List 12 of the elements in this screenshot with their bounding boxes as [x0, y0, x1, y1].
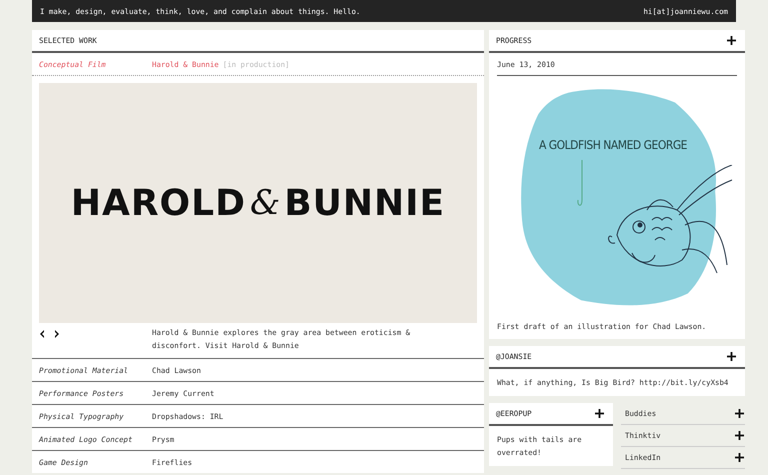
logo-word: HAROLD [70, 182, 246, 224]
plus-icon[interactable] [735, 453, 744, 462]
plus-icon[interactable] [735, 409, 744, 418]
next-icon[interactable] [54, 330, 60, 338]
plus-icon[interactable] [727, 36, 736, 45]
logo-word: BUNNIE [284, 182, 446, 224]
previous-icon[interactable] [39, 330, 45, 338]
logo-ampersand: & [250, 183, 280, 223]
plus-icon[interactable] [735, 431, 744, 440]
plus-icon[interactable] [595, 409, 604, 418]
plus-icon[interactable] [727, 352, 736, 361]
illustration-title: A GOLDFISH NAMED GEORGE [539, 138, 688, 152]
